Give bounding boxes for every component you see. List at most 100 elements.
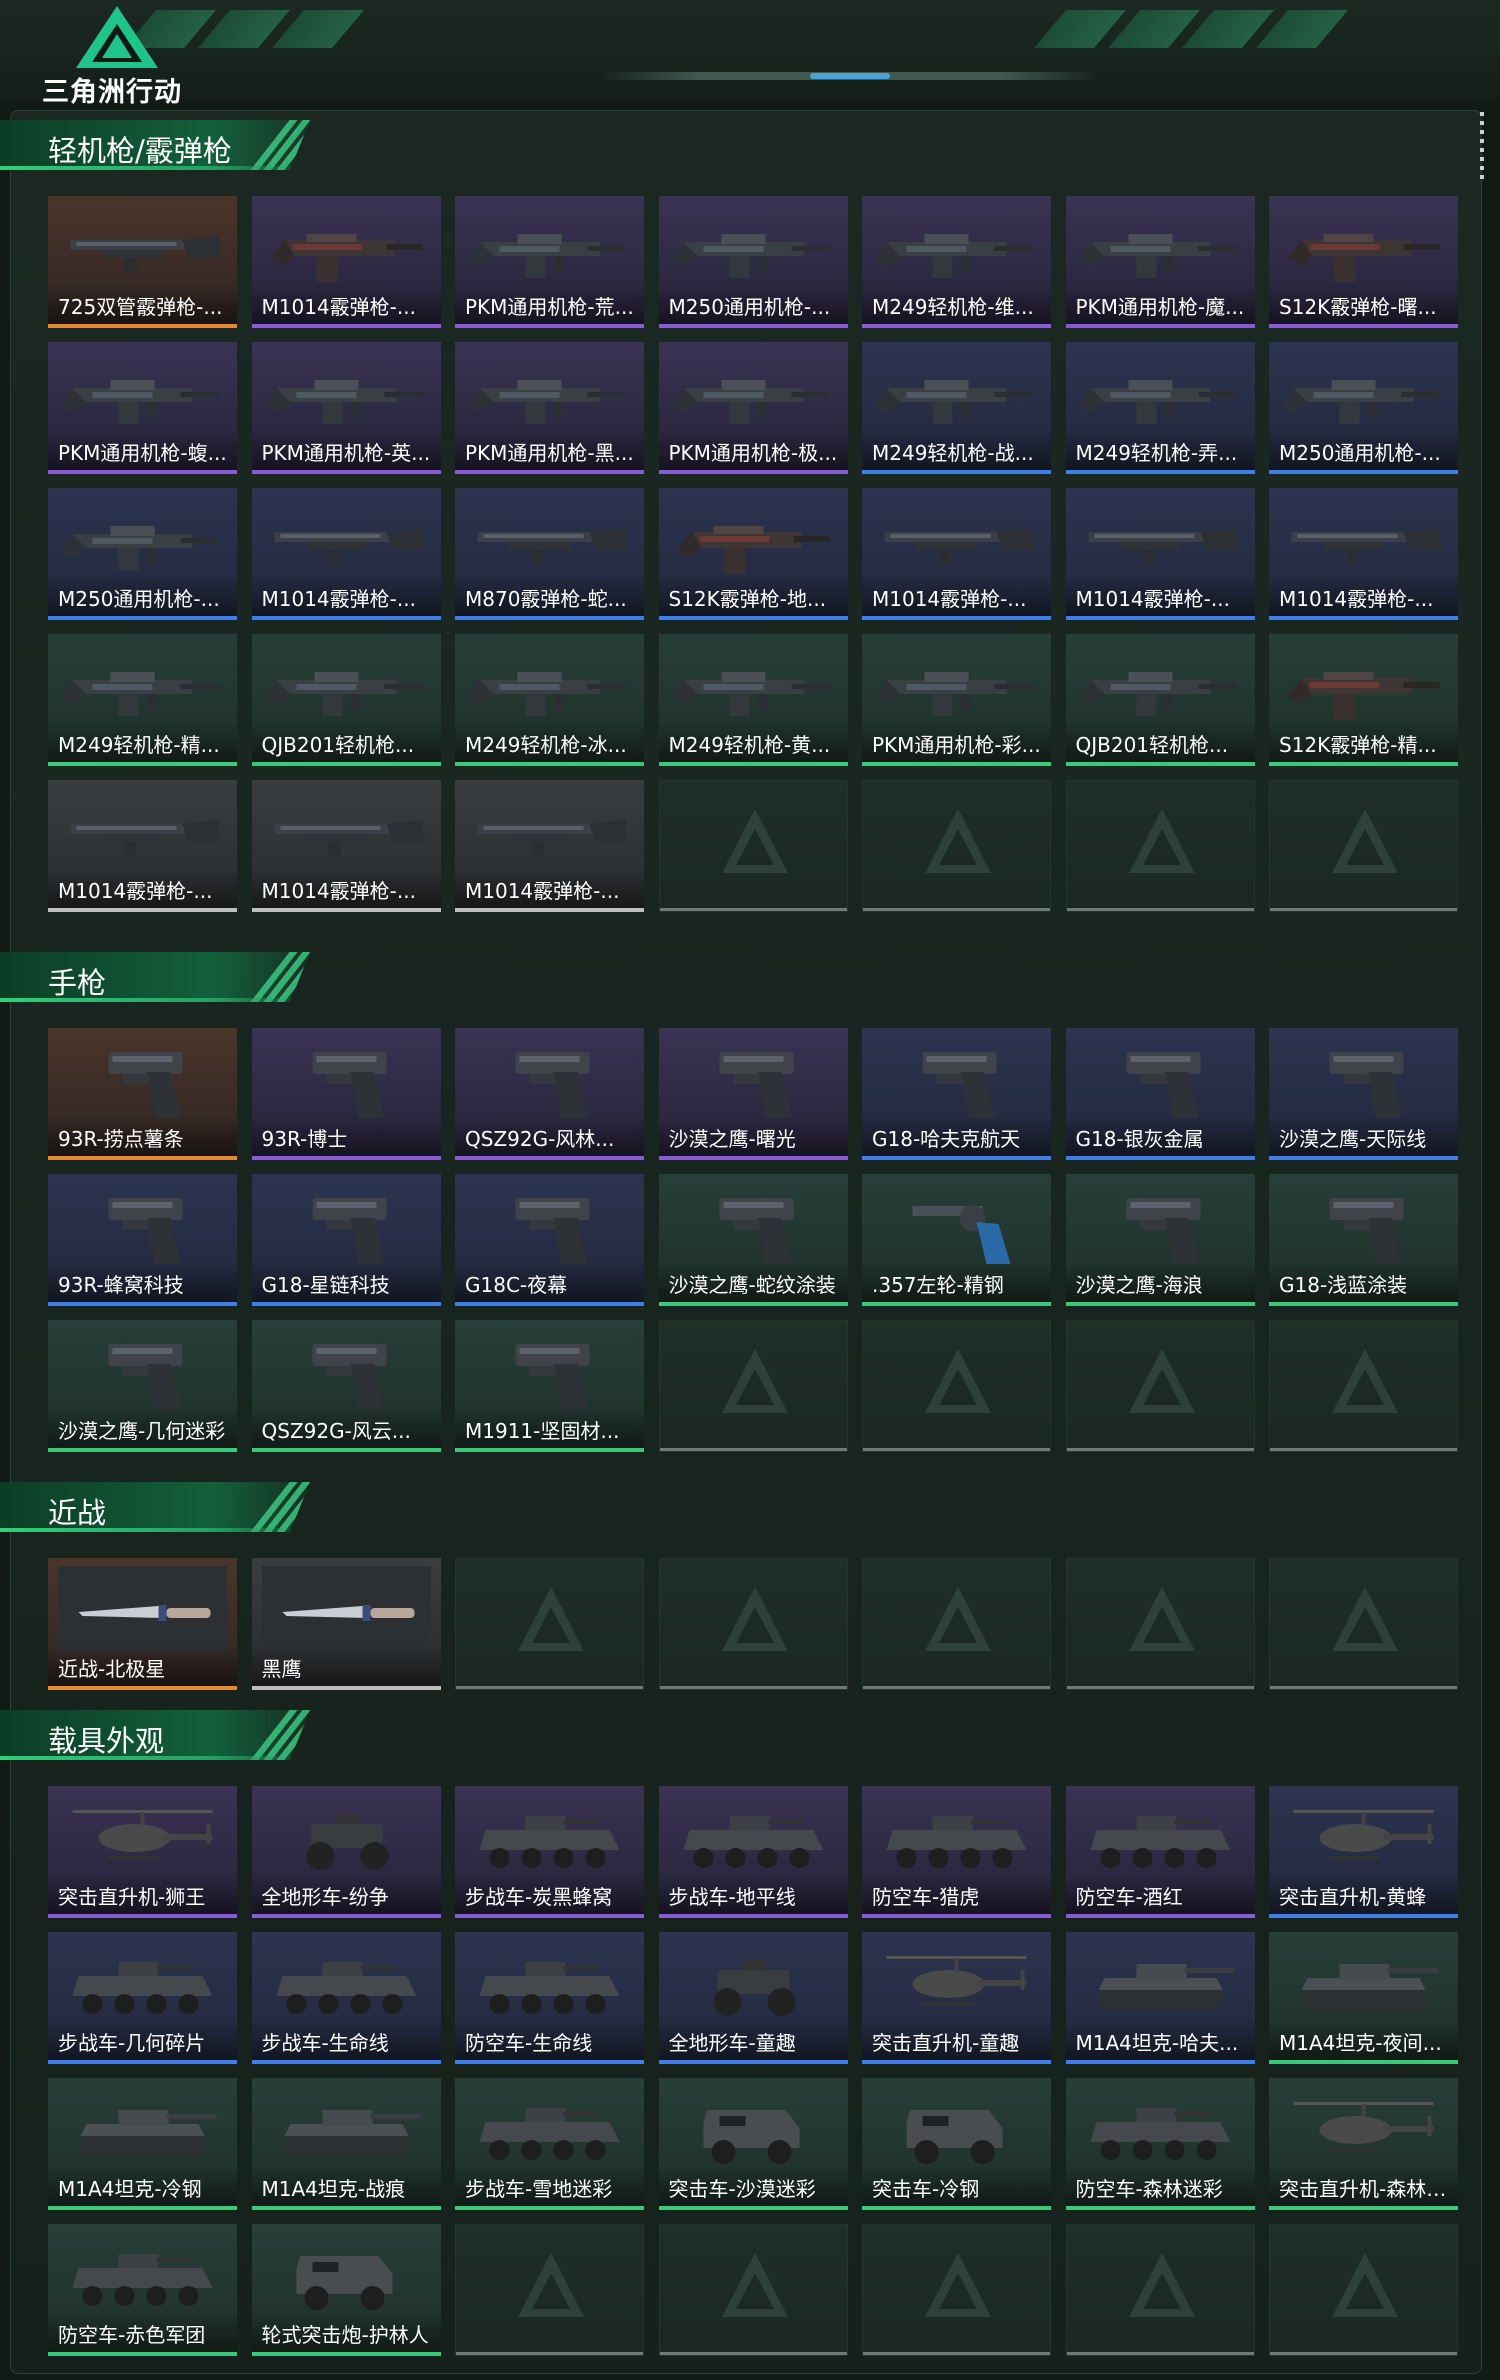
item-card[interactable]: 近战-北极星: [48, 1558, 237, 1690]
revolver-icon: [876, 1188, 1037, 1268]
item-card[interactable]: 防空车-森林迷彩: [1065, 2078, 1255, 2210]
item-card[interactable]: M249轻机枪-黄...: [658, 634, 848, 766]
item-card[interactable]: QJB201轻机枪...: [1065, 634, 1255, 766]
scroll-indicator[interactable]: [1480, 112, 1484, 182]
item-card[interactable]: 突击直升机-童趣: [862, 1932, 1051, 2064]
item-card[interactable]: 步战车-雪地迷彩: [455, 2078, 644, 2210]
item-card[interactable]: M250通用机枪-...: [658, 196, 848, 328]
item-card[interactable]: 步战车-炭黑蜂窝: [455, 1786, 644, 1918]
item-card[interactable]: 全地形车-童趣: [658, 1932, 848, 2064]
item-card[interactable]: G18-星链科技: [251, 1174, 441, 1306]
item-card[interactable]: 突击车-沙漠迷彩: [658, 2078, 848, 2210]
watermark-logo-icon: [1330, 1347, 1400, 1417]
item-card[interactable]: G18-哈夫克航天: [862, 1028, 1051, 1160]
item-card[interactable]: 沙漠之鹰-天际线: [1269, 1028, 1458, 1160]
item-card[interactable]: G18-浅蓝涂装: [1269, 1174, 1458, 1306]
item-card[interactable]: 黑鹰: [251, 1558, 441, 1690]
item-card[interactable]: M1A4坦克-冷钢: [48, 2078, 237, 2210]
item-label: 93R-捞点薯条: [58, 1127, 184, 1151]
item-card[interactable]: 防空车-猎虎: [862, 1786, 1051, 1918]
item-card[interactable]: 沙漠之鹰-蛇纹涂装: [658, 1174, 848, 1306]
item-card[interactable]: PKM通用机枪-极...: [658, 342, 848, 474]
truck-icon: [673, 2092, 834, 2172]
item-card[interactable]: 步战车-地平线: [658, 1786, 848, 1918]
item-card[interactable]: M1014霰弹枪-...: [251, 488, 441, 620]
item-card[interactable]: 93R-捞点薯条: [48, 1028, 237, 1160]
item-card[interactable]: 93R-博士: [251, 1028, 441, 1160]
item-card[interactable]: PKM通用机枪-英...: [251, 342, 441, 474]
watermark-logo-icon: [923, 1585, 993, 1655]
slot-bar: [456, 2352, 643, 2355]
item-card[interactable]: M250通用机枪-...: [48, 488, 237, 620]
item-card[interactable]: M1A4坦克-哈夫...: [1065, 1932, 1255, 2064]
item-card[interactable]: 全地形车-纷争: [251, 1786, 441, 1918]
item-card[interactable]: PKM通用机枪-彩...: [862, 634, 1051, 766]
item-label: PKM通用机枪-黑...: [465, 441, 634, 465]
item-card[interactable]: 突击直升机-黄蜂: [1269, 1786, 1458, 1918]
item-card[interactable]: 沙漠之鹰-海浪: [1065, 1174, 1255, 1306]
tank-icon: [62, 2092, 223, 2172]
item-card[interactable]: 突击直升机-狮王: [48, 1786, 237, 1918]
item-card[interactable]: 防空车-酒红: [1065, 1786, 1255, 1918]
item-card[interactable]: QJB201轻机枪...: [251, 634, 441, 766]
item-card[interactable]: M250通用机枪-...: [1269, 342, 1458, 474]
rarity-bar: [455, 324, 644, 328]
rarity-bar: [1065, 2060, 1255, 2064]
item-card[interactable]: G18-银灰金属: [1065, 1028, 1255, 1160]
item-card[interactable]: 轮式突击炮-护林人: [251, 2224, 441, 2356]
item-card[interactable]: 沙漠之鹰-几何迷彩: [48, 1320, 237, 1452]
item-card[interactable]: 突击直升机-森林迷...: [1269, 2078, 1458, 2210]
item-card[interactable]: M1014霰弹枪-...: [1269, 488, 1458, 620]
item-card[interactable]: M1014霰弹枪-...: [1065, 488, 1255, 620]
item-label: G18C-夜幕: [465, 1273, 568, 1297]
item-card[interactable]: M1014霰弹枪-...: [862, 488, 1051, 620]
truck-icon: [266, 2238, 427, 2318]
item-card[interactable]: 防空车-生命线: [455, 1932, 644, 2064]
shotgun-icon: [1080, 502, 1241, 582]
item-card[interactable]: M870霰弹枪-蛇...: [455, 488, 644, 620]
shotgun-icon: [62, 210, 223, 290]
item-card[interactable]: S12K霰弹枪-曙...: [1269, 196, 1458, 328]
item-card[interactable]: .357左轮-精钢: [862, 1174, 1051, 1306]
item-card[interactable]: QSZ92G-风云...: [251, 1320, 441, 1452]
item-card[interactable]: M249轻机枪-战...: [862, 342, 1051, 474]
item-card[interactable]: G18C-夜幕: [455, 1174, 644, 1306]
item-card[interactable]: 沙漠之鹰-曙光: [658, 1028, 848, 1160]
item-card[interactable]: M249轻机枪-冰...: [455, 634, 644, 766]
item-card[interactable]: 步战车-几何碎片: [48, 1932, 237, 2064]
item-card[interactable]: M1014霰弹枪-...: [251, 196, 441, 328]
item-card[interactable]: QSZ92G-风林...: [455, 1028, 644, 1160]
rarity-bar: [1065, 324, 1255, 328]
item-label: .357左轮-精钢: [872, 1273, 1004, 1297]
item-card[interactable]: PKM通用机枪-黑...: [455, 342, 644, 474]
item-card[interactable]: 725双管霰弹枪-...: [48, 196, 237, 328]
item-card[interactable]: M249轻机枪-维...: [862, 196, 1051, 328]
item-label: PKM通用机枪-荒...: [465, 295, 634, 319]
pistol-icon: [62, 1042, 223, 1122]
item-card[interactable]: M1014霰弹枪-...: [455, 780, 644, 912]
watermark-logo-icon: [1127, 807, 1197, 877]
apc-icon: [673, 1800, 834, 1880]
item-label: 沙漠之鹰-海浪: [1075, 1273, 1203, 1297]
item-card[interactable]: S12K霰弹枪-地...: [658, 488, 848, 620]
item-card[interactable]: 突击车-冷钢: [862, 2078, 1051, 2210]
rarity-bar: [48, 470, 237, 474]
watermark-logo-icon: [1127, 1347, 1197, 1417]
item-card[interactable]: M1A4坦克-夜间...: [1269, 1932, 1458, 2064]
item-card[interactable]: M1911-坚固材...: [455, 1320, 644, 1452]
item-card[interactable]: M1014霰弹枪-...: [48, 780, 237, 912]
item-label: 突击车-冷钢: [872, 2177, 980, 2201]
item-card[interactable]: 步战车-生命线: [251, 1932, 441, 2064]
item-card[interactable]: PKM通用机枪-蝮...: [48, 342, 237, 474]
lmg-icon: [874, 356, 1037, 436]
item-card[interactable]: M1A4坦克-战痕: [251, 2078, 441, 2210]
item-card[interactable]: PKM通用机枪-魔...: [1065, 196, 1255, 328]
item-card[interactable]: 93R-蜂窝科技: [48, 1174, 237, 1306]
item-card[interactable]: S12K霰弹枪-精...: [1269, 634, 1458, 766]
lmg-icon: [671, 356, 834, 436]
item-card[interactable]: M249轻机枪-弄...: [1065, 342, 1255, 474]
item-card[interactable]: M1014霰弹枪-...: [251, 780, 441, 912]
item-card[interactable]: PKM通用机枪-荒...: [455, 196, 644, 328]
item-card[interactable]: M249轻机枪-精...: [48, 634, 237, 766]
item-card[interactable]: 防空车-赤色军团: [48, 2224, 237, 2356]
